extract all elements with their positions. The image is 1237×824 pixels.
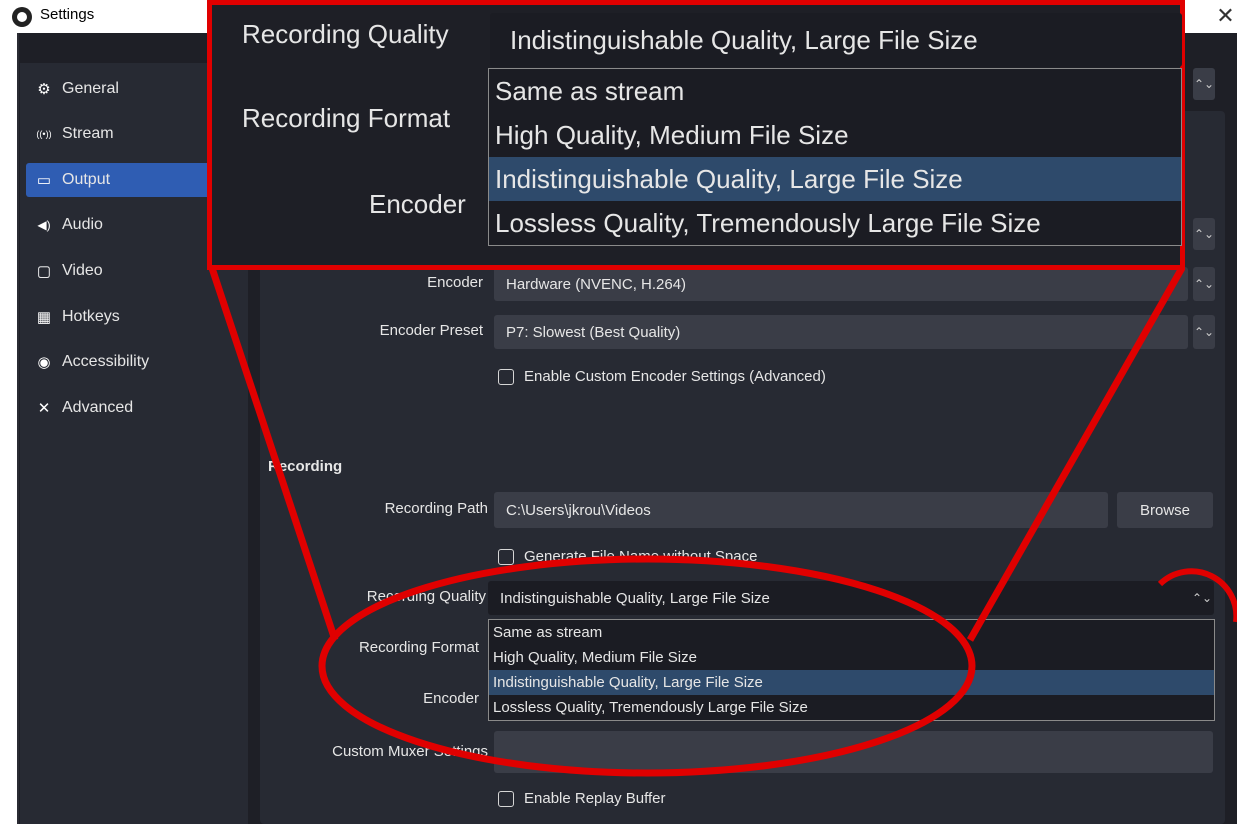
annotation-connector-left [208,266,339,642]
annotation-ellipse [318,555,976,777]
annotation-arc [1157,568,1237,623]
annotation-connector-right [966,266,1186,642]
annotation-overlay [208,266,1237,777]
